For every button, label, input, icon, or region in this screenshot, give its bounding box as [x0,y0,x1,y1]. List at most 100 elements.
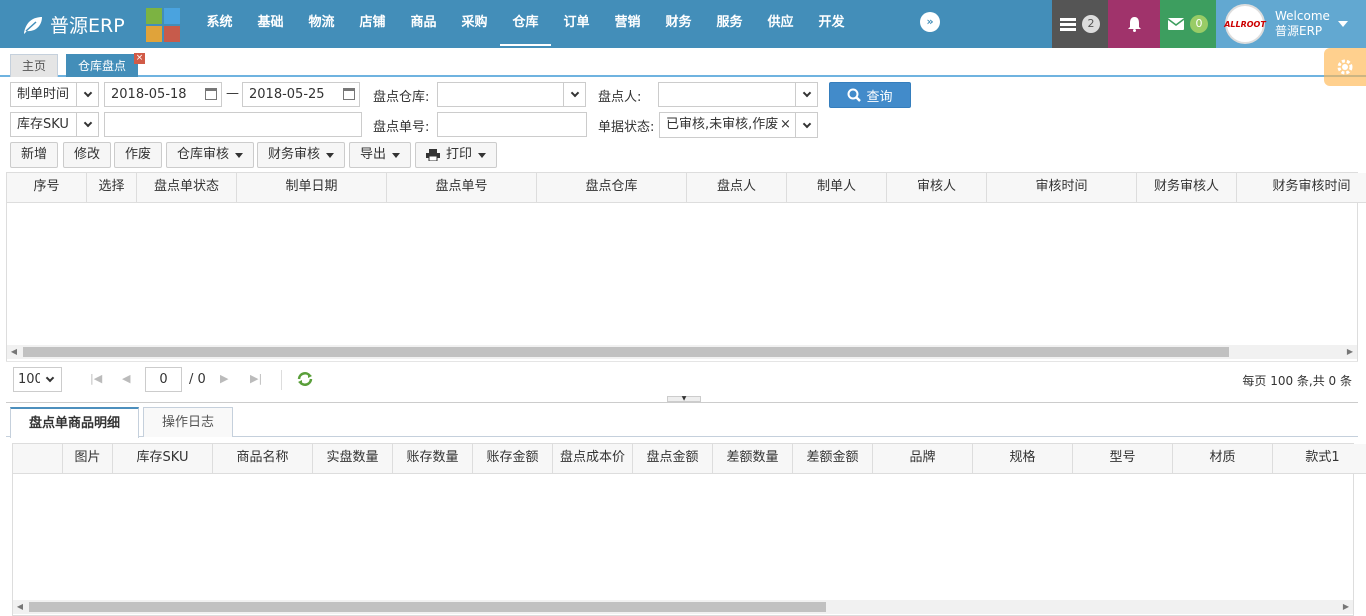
messages-button[interactable]: 0 [1160,0,1216,48]
calendar-icon[interactable] [343,88,355,100]
column-header[interactable]: 盘点成本价 [553,444,633,474]
scroll-right-icon[interactable]: ▶ [1339,600,1353,614]
tab-operation-log[interactable]: 操作日志 [143,407,234,437]
pager-summary: 每页 100 条,共 0 条 [1242,374,1352,388]
nav-item-10[interactable]: 服务 [704,0,755,48]
column-header[interactable]: 账存数量 [393,444,473,474]
new-button[interactable]: 新增 [10,142,59,168]
column-header[interactable]: 型号 [1073,444,1173,474]
date-type-select[interactable]: 制单时间 [10,82,99,107]
column-header[interactable]: 实盘数量 [313,444,393,474]
tab-goods-detail-label: 盘点单商品明细 [29,416,121,431]
app-logo[interactable]: 普源ERP [22,11,125,38]
void-button[interactable]: 作废 [114,142,163,168]
column-header[interactable]: 财务审核时间 [1237,173,1366,203]
warehouse-audit-button[interactable]: 仓库审核 [166,142,255,168]
warehouse-select[interactable] [437,82,586,107]
notifications-button[interactable] [1108,0,1160,48]
tab-home[interactable]: 主页 [10,54,59,77]
app-tiles-icon[interactable] [146,8,180,42]
print-button[interactable]: 打印 [415,142,498,168]
nav-item-8[interactable]: 营销 [602,0,653,48]
close-tab-icon[interactable]: × [134,53,146,64]
tab-operation-log-label: 操作日志 [162,415,215,430]
column-header[interactable]: 选择 [87,173,137,203]
refresh-icon[interactable] [296,371,314,387]
scrollbar-thumb[interactable] [23,347,1229,357]
column-header[interactable]: 财务审核人 [1137,173,1237,203]
nav-item-2[interactable]: 物流 [296,0,347,48]
page-number-input[interactable]: 0 [145,367,182,392]
nav-item-4[interactable]: 商品 [398,0,449,48]
nav-item-0[interactable]: 系统 [194,0,245,48]
collapse-icon[interactable]: ▼ [667,396,701,402]
sku-input[interactable] [104,112,362,137]
date-to-input[interactable]: 2018-05-25 [242,82,360,107]
date-from-value: 2018-05-18 [111,87,187,102]
finance-audit-button[interactable]: 财务审核 [257,142,346,168]
column-header[interactable]: 制单日期 [237,173,387,203]
nav-item-3[interactable]: 店铺 [347,0,398,48]
horizontal-scrollbar[interactable]: ◀ ▶ [7,345,1357,359]
settings-button[interactable] [1324,48,1366,86]
column-header[interactable]: 规格 [973,444,1073,474]
column-header[interactable]: 款式1 [1273,444,1366,474]
column-header[interactable]: 制单人 [787,173,887,203]
scroll-right-icon[interactable]: ▶ [1343,345,1357,359]
caret-down-icon [392,152,401,158]
nav-item-5[interactable]: 采购 [449,0,500,48]
column-header[interactable]: 差额金额 [793,444,873,474]
column-header[interactable] [13,444,63,474]
nav-item-12[interactable]: 开发 [806,0,857,48]
scroll-left-icon[interactable]: ◀ [7,345,21,359]
next-page-icon[interactable]: ▶ [220,372,228,385]
column-header[interactable]: 账存金额 [473,444,553,474]
column-header[interactable]: 审核时间 [987,173,1137,203]
page-tabs: 主页 仓库盘点 × [0,48,1366,77]
order-no-input[interactable] [437,112,587,137]
nav-item-9[interactable]: 财务 [653,0,704,48]
status-multiselect[interactable]: 已审核,未审核,作废 × [659,112,818,138]
column-header[interactable]: 商品名称 [213,444,313,474]
tasks-button[interactable]: 2 [1052,0,1108,48]
column-header[interactable]: 盘点单状态 [137,173,237,203]
scrollbar-thumb[interactable] [29,602,826,612]
column-header[interactable]: 图片 [63,444,113,474]
scroll-left-icon[interactable]: ◀ [13,600,27,614]
clear-icon[interactable]: × [780,113,791,137]
more-nav-icon[interactable]: » [920,12,940,32]
counter-select[interactable] [658,82,818,107]
export-button[interactable]: 导出 [349,142,412,168]
column-header[interactable]: 审核人 [887,173,987,203]
column-header[interactable]: 盘点仓库 [537,173,687,203]
nav-item-11[interactable]: 供应 [755,0,806,48]
column-header[interactable]: 差额数量 [713,444,793,474]
status-label: 单据状态: [598,120,655,135]
column-header[interactable]: 序号 [7,173,87,203]
column-header[interactable]: 材质 [1173,444,1273,474]
detail-horizontal-scrollbar[interactable]: ◀ ▶ [13,600,1353,614]
chevron-down-icon [76,113,98,136]
chevron-down-icon [39,368,61,391]
calendar-icon[interactable] [205,88,217,100]
date-from-input[interactable]: 2018-05-18 [104,82,222,107]
chevron-down-icon[interactable] [795,113,817,137]
tab-inventory-count[interactable]: 仓库盘点 × [66,53,146,77]
page-size-select[interactable]: 100 [13,367,62,392]
query-button[interactable]: 查询 [829,82,911,108]
column-header[interactable]: 盘点单号 [387,173,537,203]
tab-goods-detail[interactable]: 盘点单商品明细 [10,407,140,438]
user-menu[interactable]: ALLROOT Welcome 普源ERP [1216,0,1366,48]
last-page-icon[interactable]: ▶| [250,372,262,385]
prev-page-icon[interactable]: ◀ [122,372,130,385]
edit-button[interactable]: 修改 [63,142,112,168]
column-header[interactable]: 库存SKU [113,444,213,474]
nav-item-6[interactable]: 仓库 [500,0,551,46]
column-header[interactable]: 盘点人 [687,173,787,203]
nav-item-1[interactable]: 基础 [245,0,296,48]
column-header[interactable]: 盘点金额 [633,444,713,474]
sku-type-select[interactable]: 库存SKU [10,112,99,137]
nav-item-7[interactable]: 订单 [551,0,602,48]
first-page-icon[interactable]: |◀ [90,372,102,385]
column-header[interactable]: 品牌 [873,444,973,474]
